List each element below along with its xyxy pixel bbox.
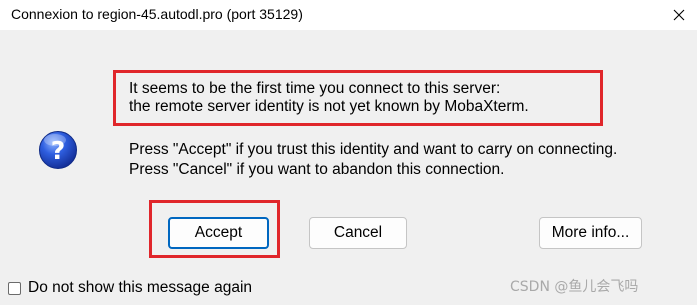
svg-text:?: ?	[51, 136, 66, 165]
dont-show-again-row[interactable]: Do not show this message again	[8, 277, 252, 299]
more-info-button[interactable]: More info...	[539, 217, 642, 249]
dont-show-again-label[interactable]: Do not show this message again	[28, 279, 252, 297]
accept-button[interactable]: Accept	[168, 217, 269, 249]
dont-show-again-checkbox[interactable]	[8, 281, 21, 295]
instruction-text-line1: Press "Accept" if you trust this identit…	[129, 141, 618, 158]
window-title: Connexion to region-45.autodl.pro (port …	[11, 6, 303, 22]
close-button[interactable]	[662, 0, 696, 30]
instruction-text-line2: Press "Cancel" if you want to abandon th…	[129, 161, 505, 178]
question-icon: ?	[39, 131, 77, 169]
warning-text-line2: the remote server identity is not yet kn…	[129, 98, 529, 115]
cancel-button[interactable]: Cancel	[309, 217, 407, 249]
close-icon	[673, 9, 685, 21]
watermark-text: CSDN @鱼儿会飞吗	[510, 279, 639, 295]
title-bar: Connexion to region-45.autodl.pro (port …	[0, 0, 697, 30]
